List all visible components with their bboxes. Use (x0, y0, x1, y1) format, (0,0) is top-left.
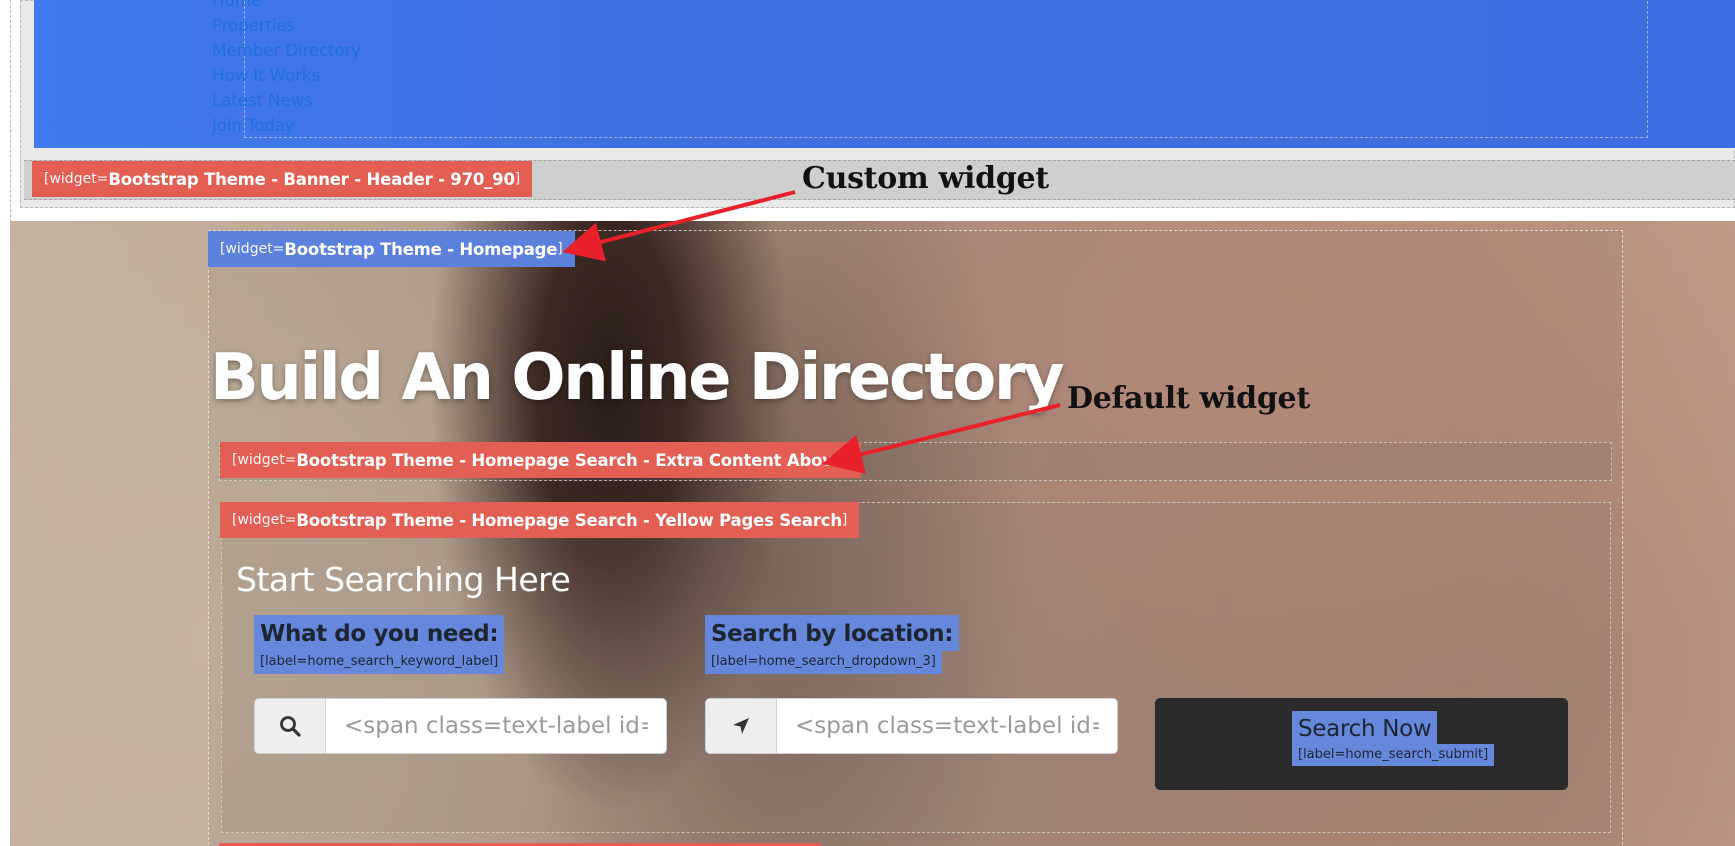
nav-menu: Home Properties Member Directory How It … (212, 0, 361, 139)
nav-item-properties[interactable]: Properties (212, 14, 361, 39)
nav-item-home[interactable]: Home (212, 0, 361, 14)
widget-tag-banner-header[interactable]: [widget= Bootstrap Theme - Banner - Heade… (32, 161, 533, 197)
search-now-label: Search Now (1292, 711, 1438, 744)
search-now-label-block: Search Now [label=home_search_submit] (1292, 711, 1495, 766)
search-heading: Start Searching Here (236, 560, 571, 599)
widget-tag-yellow-pages-search[interactable]: [widget= Bootstrap Theme - Homepage Searc… (220, 502, 860, 538)
nav-item-member-directory[interactable]: Member Directory (212, 39, 361, 64)
location-label-key: [label=home_search_dropdown_3] (705, 651, 942, 674)
keyword-label: What do you need: (254, 615, 505, 651)
keyword-label-key: [label=home_search_keyword_label] (254, 651, 505, 674)
location-input[interactable] (777, 699, 1117, 753)
location-input-group (705, 698, 1118, 754)
search-now-label-key: [label=home_search_submit] (1292, 744, 1495, 766)
location-label-block: Search by location: [label=home_search_d… (705, 615, 959, 674)
nav-container (244, 0, 1648, 138)
location-arrow-icon (706, 699, 777, 753)
nav-item-how-it-works[interactable]: How It Works (212, 64, 361, 89)
annotation-default-widget: Default widget (1067, 381, 1310, 416)
annotation-custom-widget: Custom widget (802, 161, 1049, 196)
nav-item-join-today[interactable]: Join Today (212, 114, 361, 139)
keyword-input[interactable] (326, 699, 666, 753)
hero-title: Build An Online Directory (210, 341, 1065, 415)
location-label: Search by location: (705, 615, 959, 651)
keyword-label-block: What do you need: [label=home_search_key… (254, 615, 505, 674)
widget-tag-extra-content-above[interactable]: [widget= Bootstrap Theme - Homepage Searc… (220, 442, 862, 478)
keyword-input-group (254, 698, 667, 754)
widget-tag-homepage[interactable]: [widget= Bootstrap Theme - Homepage] (208, 231, 575, 267)
search-icon (255, 699, 326, 753)
nav-item-latest-news[interactable]: Latest News (212, 89, 361, 114)
